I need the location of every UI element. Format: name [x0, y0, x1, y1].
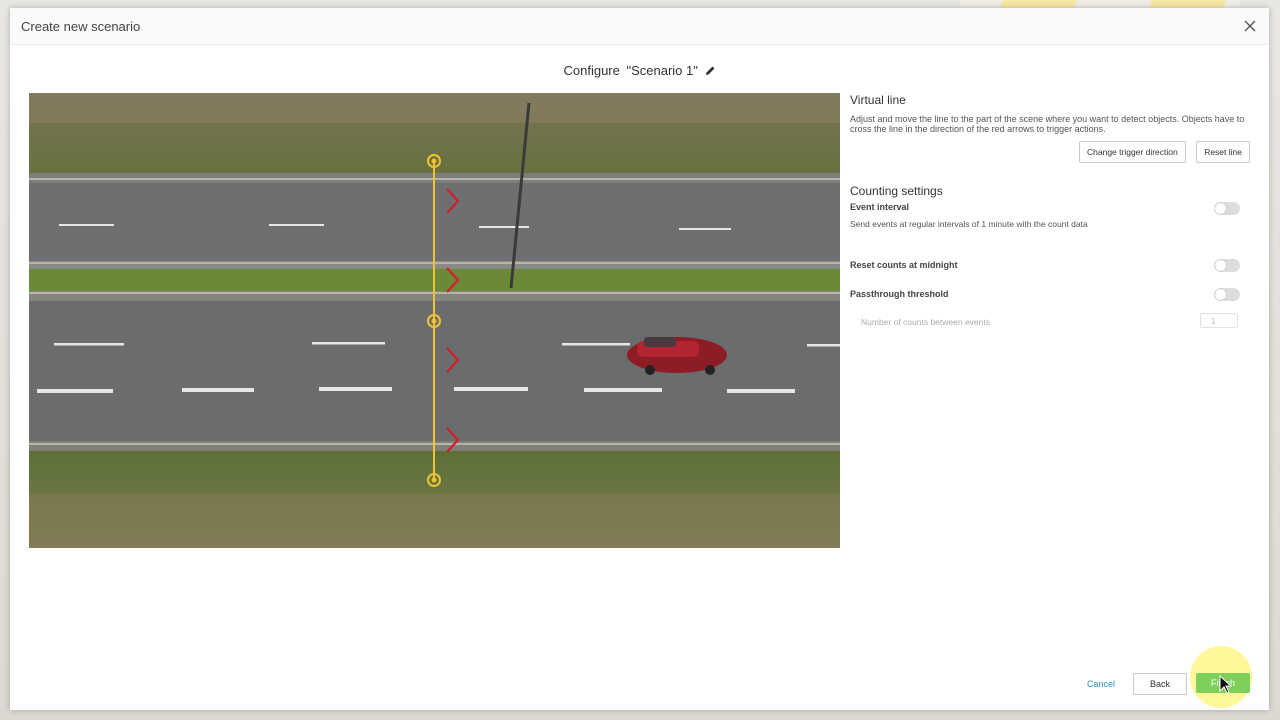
virtual-line-description: Adjust and move the line to the part of …	[850, 114, 1245, 134]
reset-midnight-label: Reset counts at midnight	[850, 260, 958, 270]
reset-midnight-toggle[interactable]	[1214, 259, 1240, 272]
passthrough-threshold-toggle[interactable]	[1214, 288, 1240, 301]
dialog-header: Create new scenario	[10, 8, 1269, 45]
counts-between-events-label: Number of counts between events	[861, 317, 990, 327]
cursor-icon	[1219, 675, 1233, 694]
configure-heading: Configure "Scenario 1"	[10, 63, 1269, 78]
scenario-name: "Scenario 1"	[626, 63, 698, 78]
camera-view[interactable]	[29, 93, 840, 548]
camera-scene	[29, 93, 840, 548]
change-trigger-direction-button[interactable]: Change trigger direction	[1079, 141, 1186, 163]
event-interval-label: Event interval	[850, 202, 910, 212]
back-button[interactable]: Back	[1133, 673, 1187, 695]
pencil-icon[interactable]	[705, 65, 716, 76]
settings-panel: Virtual line Adjust and move the line to…	[850, 93, 1250, 328]
passthrough-threshold-label: Passthrough threshold	[850, 289, 949, 299]
counts-between-events-input[interactable]: 1	[1200, 313, 1238, 328]
configure-label: Configure	[563, 63, 620, 78]
close-icon[interactable]	[1241, 17, 1259, 35]
dialog-title: Create new scenario	[21, 19, 141, 34]
virtual-line-title: Virtual line	[850, 93, 906, 107]
create-scenario-dialog: Create new scenario Configure "Scenario …	[10, 8, 1269, 710]
event-interval-toggle[interactable]	[1214, 202, 1240, 215]
counting-settings-title: Counting settings	[850, 184, 943, 198]
cancel-button[interactable]: Cancel	[1087, 679, 1115, 689]
reset-line-button[interactable]: Reset line	[1196, 141, 1250, 163]
event-interval-description: Send events at regular intervals of 1 mi…	[850, 219, 1088, 229]
